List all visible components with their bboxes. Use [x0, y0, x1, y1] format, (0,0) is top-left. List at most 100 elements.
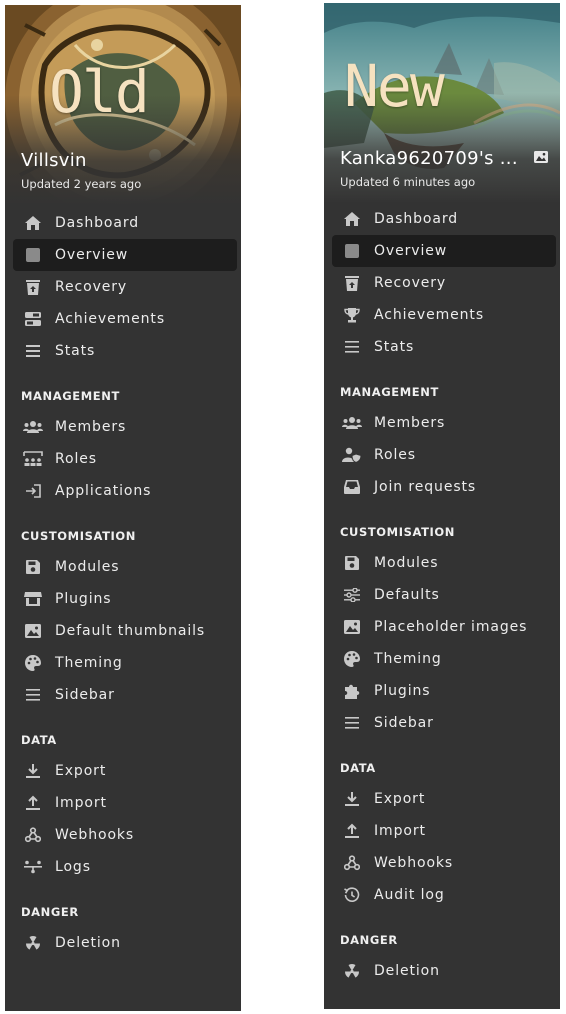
shop-icon [23, 589, 43, 609]
menu-item-theming[interactable]: Theming [13, 647, 237, 679]
menu-item-sidebar[interactable]: Sidebar [13, 679, 237, 711]
menu-item-label: Deletion [55, 935, 121, 951]
menu-item-label: Defaults [374, 587, 440, 603]
menu-item-deletion[interactable]: Deletion [332, 955, 556, 987]
menu-item-recovery[interactable]: Recovery [13, 271, 237, 303]
campaign-updated: Updated 2 years ago [21, 177, 142, 191]
list-icon [342, 337, 362, 357]
campaign-name[interactable]: Villsvin [21, 150, 87, 171]
user-shield-icon [342, 445, 362, 465]
menu-item-achievements[interactable]: Achievements [332, 299, 556, 331]
menu-item-label: Modules [374, 555, 439, 571]
menu-item-label: Stats [55, 343, 96, 359]
section-heading: DATA [340, 761, 376, 775]
menu-item-dashboard[interactable]: Dashboard [332, 203, 556, 235]
menu-item-join-requests[interactable]: Join requests [332, 471, 556, 503]
menu-item-label: Stats [374, 339, 415, 355]
trash-restore-icon [23, 277, 43, 297]
menu-item-label: Import [55, 795, 107, 811]
home-icon [23, 213, 43, 233]
image-icon[interactable] [534, 151, 548, 163]
image-icon [342, 617, 362, 637]
menu-item-label: Roles [55, 451, 97, 467]
menu-item-deletion[interactable]: Deletion [13, 927, 237, 959]
floppy-icon [23, 557, 43, 577]
menu-item-label: Achievements [374, 307, 485, 323]
menu-item-logs[interactable]: Logs [13, 851, 237, 883]
menu-item-members[interactable]: Members [13, 411, 237, 443]
menu-item-placeholder-images[interactable]: Placeholder images [332, 611, 556, 643]
menu-item-import[interactable]: Import [332, 815, 556, 847]
campaign-name[interactable]: Kanka9620709's ... [340, 148, 518, 169]
menu-item-applications[interactable]: Applications [13, 475, 237, 507]
menu-item-default-thumbnails[interactable]: Default thumbnails [13, 615, 237, 647]
toggle-icon [23, 309, 43, 329]
section-heading: DANGER [340, 933, 398, 947]
menu-item-label: Plugins [374, 683, 431, 699]
puzzle-icon [342, 681, 362, 701]
radiation-icon [23, 933, 43, 953]
menu-item-label: Placeholder images [374, 619, 528, 635]
image-icon [23, 621, 43, 641]
menu-item-label: Audit log [374, 887, 445, 903]
menu-item-plugins[interactable]: Plugins [13, 583, 237, 615]
section-heading: MANAGEMENT [340, 385, 439, 399]
users-icon [342, 413, 362, 433]
menu-item-label: Import [374, 823, 426, 839]
old-sidebar: Old Villsvin Updated 2 years ago Dashboa… [5, 5, 241, 1011]
menu-item-members[interactable]: Members [332, 407, 556, 439]
menu-item-recovery[interactable]: Recovery [332, 267, 556, 299]
menu-item-modules[interactable]: Modules [332, 547, 556, 579]
menu-item-label: Deletion [374, 963, 440, 979]
menu-item-webhooks[interactable]: Webhooks [13, 819, 237, 851]
menu-item-import[interactable]: Import [13, 787, 237, 819]
menu-item-roles[interactable]: Roles [13, 443, 237, 475]
palette-icon [23, 653, 43, 673]
bars-icon [23, 685, 43, 705]
square-icon [342, 241, 362, 261]
old-label: Old [49, 58, 150, 126]
menu-item-dashboard[interactable]: Dashboard [13, 207, 237, 239]
menu-item-label: Export [55, 763, 107, 779]
section-heading: MANAGEMENT [21, 389, 120, 403]
new-menu: Dashboard Overview Recovery Achievements… [324, 203, 560, 987]
menu-item-label: Sidebar [55, 687, 115, 703]
menu-item-stats[interactable]: Stats [332, 331, 556, 363]
menu-item-plugins[interactable]: Plugins [332, 675, 556, 707]
menu-item-label: Recovery [55, 279, 128, 295]
menu-item-label: Default thumbnails [55, 623, 206, 639]
floppy-icon [342, 553, 362, 573]
menu-item-sidebar[interactable]: Sidebar [332, 707, 556, 739]
menu-item-label: Applications [55, 483, 152, 499]
menu-item-achievements[interactable]: Achievements [13, 303, 237, 335]
menu-item-label: Webhooks [55, 827, 135, 843]
menu-item-export[interactable]: Export [332, 783, 556, 815]
menu-item-label: Plugins [55, 591, 112, 607]
section-heading: DATA [21, 733, 57, 747]
old-menu: Dashboard Overview Recovery Achievements… [5, 207, 241, 959]
upload-icon [23, 793, 43, 813]
campaign-header: Old Villsvin Updated 2 years ago [5, 5, 241, 205]
download-icon [342, 789, 362, 809]
menu-item-defaults[interactable]: Defaults [332, 579, 556, 611]
sliders-icon [342, 585, 362, 605]
menu-item-webhooks[interactable]: Webhooks [332, 847, 556, 879]
menu-item-label: Webhooks [374, 855, 454, 871]
menu-item-label: Theming [55, 655, 123, 671]
menu-item-export[interactable]: Export [13, 755, 237, 787]
list-icon [23, 341, 43, 361]
sign-in-icon [23, 481, 43, 501]
menu-item-overview[interactable]: Overview [13, 239, 237, 271]
square-icon [23, 245, 43, 265]
campaign-updated: Updated 6 minutes ago [340, 175, 476, 189]
menu-item-modules[interactable]: Modules [13, 551, 237, 583]
menu-item-roles[interactable]: Roles [332, 439, 556, 471]
campaign-header: New Kanka9620709's ... Updated 6 minutes… [324, 3, 560, 203]
menu-item-stats[interactable]: Stats [13, 335, 237, 367]
menu-item-theming[interactable]: Theming [332, 643, 556, 675]
users-icon [23, 417, 43, 437]
section-heading: DANGER [21, 905, 79, 919]
section-heading: CUSTOMISATION [340, 525, 456, 539]
menu-item-overview[interactable]: Overview [332, 235, 556, 267]
menu-item-audit-log[interactable]: Audit log [332, 879, 556, 911]
